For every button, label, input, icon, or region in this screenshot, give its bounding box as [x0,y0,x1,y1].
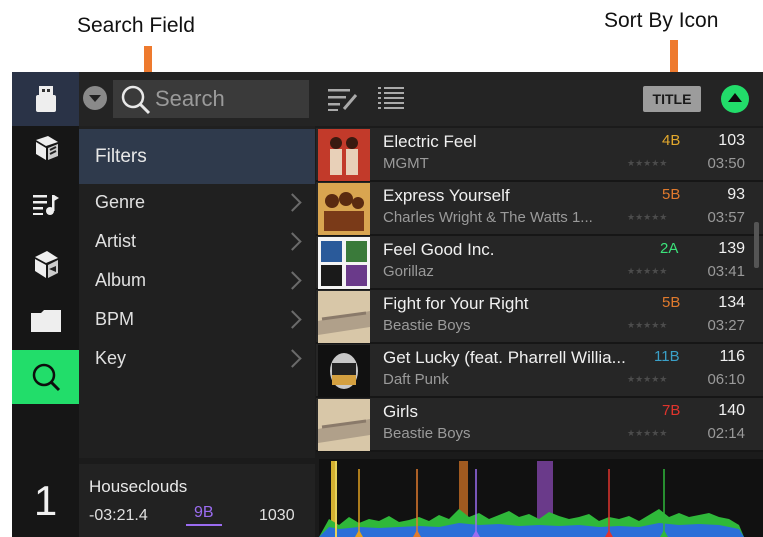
usb-drive-icon [35,86,56,112]
track-key: 5B [662,294,681,311]
track-bpm: 134 [718,294,745,311]
sort-by-icon-callout: Sort By Icon [604,9,719,32]
sort-by-button[interactable]: TITLE [643,86,701,112]
track-duration: 03:41 [707,263,745,280]
filter-label: BPM [95,309,135,329]
track-bpm: 139 [718,240,745,257]
album-art [318,399,370,451]
filter-genre[interactable]: Genre [79,186,315,222]
track-bpm: 93 [727,186,745,203]
filter-label: Genre [95,192,146,212]
search-input[interactable]: Search [113,80,309,118]
scroll-up-button[interactable] [721,85,749,113]
chevron-right-icon [283,271,302,290]
chevron-right-icon [283,193,302,212]
track-row[interactable]: Express Yourself Charles Wright & The Wa… [316,182,763,236]
filters-title: Filters [95,146,147,167]
search-field-callout: Search Field [77,14,195,37]
track-duration: 03:50 [707,155,745,172]
prepare-icon [34,251,58,278]
track-row[interactable]: Get Lucky (feat. Pharrell Willia... Daft… [316,344,763,398]
deck-remaining-time: -03:21.4 [89,507,148,524]
track-list-scrollbar[interactable] [754,222,759,268]
track-bpm: 103 [718,132,745,149]
filter-label: Key [95,348,127,368]
track-artist: Charles Wright & The Watts 1... [383,209,593,226]
track-key: 4B [662,132,681,149]
track-title: Express Yourself [383,186,510,205]
track-title: Get Lucky (feat. Pharrell Willia... [383,348,626,367]
album-art [318,183,370,235]
waveform-overview[interactable] [319,459,763,537]
device-screen: Search TITLE Filters Genre Artist Album … [12,72,763,537]
deck-track-title: Houseclouds [89,477,188,496]
track-rating: ★★★★★ [627,374,668,384]
track-row[interactable]: Fight for Your Right Beastie Boys 5B ★★★… [316,290,763,344]
track-rating: ★★★★★ [627,428,668,438]
folder-icon [30,310,61,332]
nav-usb-drive[interactable] [12,72,79,126]
track-bpm: 116 [719,348,745,365]
track-artist: Beastie Boys [383,425,471,442]
nav-crates[interactable] [12,128,79,168]
track-rating: ★★★★★ [627,158,668,168]
nav-playlists[interactable] [12,186,79,222]
track-rating: ★★★★★ [627,266,668,276]
crates-icon [35,136,58,160]
nav-files[interactable] [12,302,79,340]
track-artist: Beastie Boys [383,317,471,334]
track-key: 2A [660,240,679,257]
track-artist: Gorillaz [383,263,434,280]
track-list: Electric Feel MGMT 4B ★★★★★ 103 03:50 Ex… [316,128,763,458]
list-view-icon[interactable] [378,86,406,112]
search-icon [32,363,60,392]
filters-header[interactable]: Filters [79,129,315,184]
track-duration: 03:27 [707,317,745,334]
deck-key: 9B [186,504,222,526]
track-row[interactable]: Electric Feel MGMT 4B ★★★★★ 103 03:50 [316,128,763,182]
search-placeholder: Search [155,86,225,111]
search-magnifier-icon [121,85,151,115]
nav-search[interactable] [12,350,79,404]
track-title: Fight for Your Right [383,294,529,313]
filters-panel: Filters Genre Artist Album BPM Key [79,126,315,458]
chevron-right-icon [283,232,302,251]
filter-key[interactable]: Key [79,342,315,378]
track-duration: 03:57 [707,209,745,226]
deck-info-panel: Houseclouds -03:21.4 9B 1030 [79,464,315,537]
album-art [318,291,370,343]
edit-list-icon[interactable] [328,87,358,111]
chevron-right-icon [283,349,302,368]
track-artist: MGMT [383,155,429,172]
track-key: 7B [662,402,681,419]
deck-number: 1 [33,476,58,524]
album-art [318,129,370,181]
track-title: Feel Good Inc. [383,240,495,259]
track-artist: Daft Punk [383,371,449,388]
filter-bpm[interactable]: BPM [79,303,315,339]
filter-album[interactable]: Album [79,264,315,300]
chevron-right-icon [283,310,302,329]
track-title: Girls [383,402,418,421]
dropdown-button[interactable] [83,86,107,110]
deck-bpm: 1030 [259,507,295,524]
track-title: Electric Feel [383,132,477,151]
filter-label: Album [95,270,147,290]
track-rating: ★★★★★ [627,320,668,330]
nav-prepare[interactable] [12,242,79,286]
track-duration: 06:10 [707,371,745,388]
track-row[interactable]: Girls Beastie Boys 7B ★★★★★ 140 02:14 [316,398,763,452]
track-key: 11B [654,348,680,365]
filter-artist[interactable]: Artist [79,225,315,261]
track-bpm: 140 [718,402,745,419]
album-art [318,345,370,397]
filter-label: Artist [95,231,137,251]
track-row[interactable]: Feel Good Inc. Gorillaz 2A ★★★★★ 139 03:… [316,236,763,290]
track-rating: ★★★★★ [627,212,668,222]
track-key: 5B [662,186,681,203]
track-duration: 02:14 [707,425,745,442]
album-art [318,237,370,289]
playlist-icon [32,195,59,215]
